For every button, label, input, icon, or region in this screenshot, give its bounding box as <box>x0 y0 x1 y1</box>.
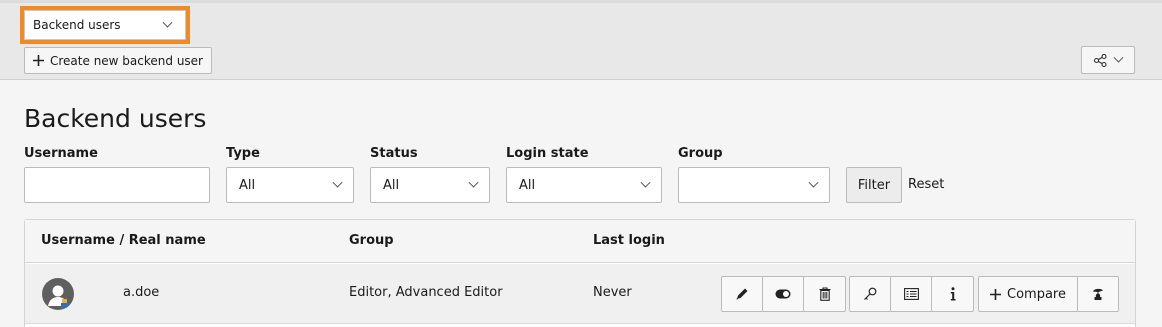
module-selector-highlight: Backend users <box>20 6 190 44</box>
row-last-login: Never <box>593 285 632 300</box>
key-icon <box>864 287 877 300</box>
group-label: Group <box>678 146 723 161</box>
group-select[interactable] <box>678 167 830 203</box>
chevron-down-icon <box>1113 52 1124 63</box>
create-user-label: Create new backend user <box>50 53 203 68</box>
type-label: Type <box>226 146 260 161</box>
create-user-button[interactable]: Create new backend user <box>24 47 212 74</box>
username-label: Username <box>24 146 98 161</box>
info-list-button[interactable] <box>891 277 932 311</box>
table-header: Username / Real name Group Last login <box>25 220 1135 263</box>
chevron-down-icon <box>640 177 651 188</box>
docheader: Backend users Create new backend user <box>0 0 1162 80</box>
user-avatar-icon[interactable] <box>42 278 74 310</box>
row-username[interactable]: a.doe <box>123 285 159 300</box>
switch-user-button[interactable] <box>1078 277 1118 311</box>
page-title: Backend users <box>24 104 207 133</box>
edit-button[interactable] <box>722 277 763 311</box>
plus-icon <box>990 288 1001 300</box>
toggle-button[interactable] <box>763 277 804 311</box>
status-select-value: All <box>383 177 400 193</box>
table-row: a.doe Editor, Advanced Editor Never Comp… <box>25 264 1135 324</box>
type-select-value: All <box>239 177 256 193</box>
record-actions-group <box>721 276 846 312</box>
chevron-down-icon <box>808 177 819 188</box>
chevron-down-icon <box>162 17 173 28</box>
info-button[interactable] <box>932 277 973 311</box>
delete-button[interactable] <box>804 277 845 311</box>
module-selector[interactable]: Backend users <box>24 10 186 40</box>
chevron-down-icon <box>468 177 479 188</box>
plus-icon <box>33 55 44 66</box>
switch-user-icon <box>1093 288 1103 300</box>
user-tools-group <box>849 276 974 312</box>
share-button[interactable] <box>1081 46 1135 74</box>
trash-icon <box>819 287 830 301</box>
status-label: Status <box>370 146 418 161</box>
info-icon <box>950 287 955 301</box>
login-state-select-value: All <box>519 177 536 193</box>
username-input[interactable] <box>24 167 210 203</box>
module-selector-value: Backend users <box>33 18 121 32</box>
compare-switch-group: Compare <box>978 276 1119 312</box>
login-state-select[interactable]: All <box>506 167 662 203</box>
toggle-icon <box>775 289 791 299</box>
compare-button[interactable]: Compare <box>979 277 1078 311</box>
chevron-down-icon <box>332 177 343 188</box>
filter-button[interactable]: Filter <box>846 167 902 203</box>
login-state-label: Login state <box>506 146 589 161</box>
compare-label: Compare <box>1007 286 1066 302</box>
row-group: Editor, Advanced Editor <box>349 285 503 300</box>
column-header-username[interactable]: Username / Real name <box>41 233 206 248</box>
share-icon <box>1094 53 1107 67</box>
column-header-last-login[interactable]: Last login <box>593 233 665 248</box>
type-select[interactable]: All <box>226 167 354 203</box>
info-list-icon <box>903 288 919 300</box>
users-table: Username / Real name Group Last login a.… <box>24 219 1136 327</box>
password-reset-button[interactable] <box>850 277 891 311</box>
column-header-group[interactable]: Group <box>349 233 394 248</box>
edit-icon <box>736 288 748 300</box>
reset-link[interactable]: Reset <box>908 177 944 192</box>
status-select[interactable]: All <box>370 167 490 203</box>
